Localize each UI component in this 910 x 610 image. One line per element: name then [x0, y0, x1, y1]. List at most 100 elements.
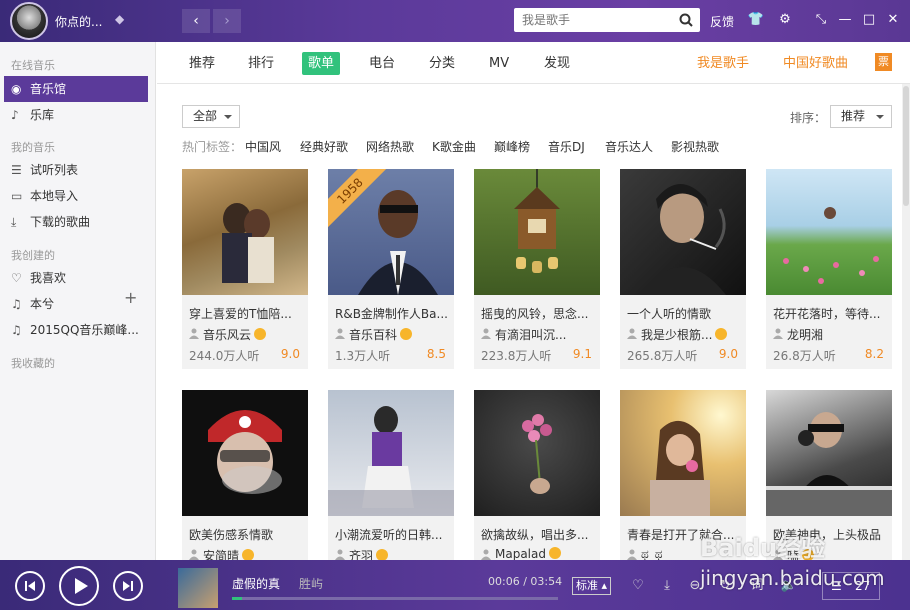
playlist-author[interactable]: Mapalad — [481, 547, 597, 561]
playlist-title[interactable]: 欲擒故纵，唱出多... — [481, 526, 593, 543]
playlist-card[interactable]: 一个人听的情歌 我是少根筋... 265.8万人听 9.0 — [620, 169, 746, 369]
rating-score: 9.0 — [280, 347, 300, 361]
maximize-icon[interactable]: □ — [860, 11, 878, 29]
author-name: Mapalad — [495, 547, 546, 561]
sidebar-item-favorites[interactable]: ♡ 我喜欢 — [4, 265, 148, 291]
scrollbar-thumb[interactable] — [903, 86, 909, 206]
playlist-title[interactable]: 花开花落时，等待... — [773, 305, 885, 322]
download-icon[interactable]: ⤓ — [658, 577, 676, 595]
tab-discover[interactable]: 发现 — [544, 52, 570, 75]
playlist-cover[interactable] — [474, 390, 600, 516]
ticket-button[interactable]: 票 — [875, 53, 892, 71]
tab-category[interactable]: 分类 — [429, 52, 455, 75]
hot-tag[interactable]: 音乐DJ — [548, 138, 585, 155]
promo-good-songs-link[interactable]: 中国好歌曲 — [783, 52, 848, 75]
sort-dropdown[interactable]: 推荐 — [830, 105, 892, 128]
playlist-author[interactable]: 我是少根筋... — [627, 326, 743, 343]
playlist-title[interactable]: 小潮流爱听的日韩... — [335, 526, 447, 543]
content-scrollbar[interactable] — [902, 84, 910, 560]
sidebar-item-label: 本地导入 — [30, 189, 79, 203]
playlist-cover[interactable] — [182, 169, 308, 295]
playlist-cover[interactable] — [766, 169, 892, 295]
track-artist[interactable]: 胜屿 — [299, 575, 323, 592]
tab-mv[interactable]: MV — [489, 52, 509, 75]
hot-tag[interactable]: 网络热歌 — [366, 138, 414, 155]
progress-bar[interactable] — [232, 597, 558, 600]
sidebar-item-label: 音乐馆 — [30, 82, 67, 96]
hot-tag[interactable]: 经典好歌 — [300, 138, 348, 155]
playlist-title[interactable]: 穿上喜爱的T恤陪... — [189, 305, 301, 322]
sort-dropdown-value: 推荐 — [841, 109, 866, 123]
sidebar-item-trial-list[interactable]: ☰ 试听列表 — [4, 157, 148, 183]
play-icon — [75, 578, 88, 594]
username[interactable]: 你点的... — [55, 13, 102, 30]
like-heart-icon[interactable]: ♡ — [629, 577, 647, 595]
playlist-cover[interactable] — [328, 390, 454, 516]
hot-tag[interactable]: K歌金曲 — [432, 138, 476, 155]
next-track-button[interactable] — [113, 571, 143, 601]
track-title[interactable]: 虚假的真 — [232, 575, 280, 592]
playlist-author[interactable]: 龙明湘 — [773, 326, 889, 343]
rating-score: 8.5 — [426, 347, 446, 361]
playlist-card[interactable]: 1958 R&B金牌制作人Ba... 音乐百科 1.3万人听 8.5 — [328, 169, 454, 369]
play-button[interactable] — [59, 566, 99, 606]
playlist-author[interactable]: 有滴泪叫沉... — [481, 326, 597, 343]
play-count: 244.0万人听 — [189, 349, 260, 363]
playlist-cover[interactable] — [620, 390, 746, 516]
playlist-title[interactable]: 一个人听的情歌 — [627, 305, 739, 322]
playlist-cover[interactable] — [620, 169, 746, 295]
person-icon — [773, 328, 783, 339]
sidebar-item-library[interactable]: ♪ 乐库 — [4, 102, 148, 128]
list-icon: ☰ — [11, 163, 22, 177]
playlist-author[interactable]: 音乐风云 — [189, 326, 305, 343]
feedback-link[interactable]: 反馈 — [710, 13, 734, 30]
promo-singer-link[interactable]: 我是歌手 — [697, 52, 749, 75]
settings-gear-icon[interactable]: ⚙ — [776, 11, 794, 29]
playlist-cover[interactable] — [766, 390, 892, 516]
sidebar-item-label: 乐库 — [30, 108, 55, 122]
search-input[interactable] — [514, 8, 674, 32]
playlist-card[interactable]: 花开花落时，等待... 龙明湘 26.8万人听 8.2 — [766, 169, 892, 369]
playlist-title[interactable]: 摇曳的风铃，思念... — [481, 305, 593, 322]
playlist-cover[interactable]: 1958 — [328, 169, 454, 295]
sidebar-item-downloads[interactable]: ⤓ 下载的歌曲 — [4, 209, 148, 235]
hot-tag[interactable]: 巅峰榜 — [494, 138, 530, 155]
playlist-card[interactable]: 穿上喜爱的T恤陪... 音乐风云 244.0万人听 9.0 — [182, 169, 308, 369]
playlist-title[interactable]: 欧美伤感系情歌 — [189, 526, 301, 543]
search-icon[interactable] — [678, 12, 694, 28]
close-icon[interactable]: ✕ — [884, 11, 902, 29]
previous-track-button[interactable] — [15, 571, 45, 601]
tab-ranking[interactable]: 排行 — [248, 52, 274, 75]
hot-tags-label: 热门标签： — [182, 140, 243, 154]
quality-selector[interactable]: 标准 ▴ — [572, 577, 612, 595]
tab-playlists[interactable]: 歌单 — [302, 52, 341, 75]
author-name: 龙明湘 — [787, 328, 824, 342]
back-button[interactable]: ‹ — [182, 9, 210, 33]
vip-diamond-icon[interactable]: ◆ — [115, 12, 129, 26]
playlist-author[interactable]: 音乐百科 — [335, 326, 451, 343]
mini-mode-icon[interactable]: ⤡ — [812, 11, 830, 29]
category-dropdown[interactable]: 全部 — [182, 105, 240, 128]
forward-button[interactable]: › — [213, 9, 241, 33]
hot-tag[interactable]: 影视热歌 — [671, 138, 719, 155]
playlist-card[interactable]: 摇曳的风铃，思念... 有滴泪叫沉... 223.8万人听 9.1 — [474, 169, 600, 369]
user-avatar[interactable] — [10, 2, 48, 40]
hot-tag[interactable]: 音乐达人 — [605, 138, 653, 155]
playlist-cover[interactable] — [474, 169, 600, 295]
tab-radio[interactable]: 电台 — [369, 52, 395, 75]
sidebar-section-created: 我创建的 — [11, 249, 55, 262]
sidebar-item-music-hall[interactable]: ◉ 音乐馆 — [4, 76, 148, 102]
hot-tag[interactable]: 中国风 — [245, 138, 281, 155]
playlist-cover[interactable] — [182, 390, 308, 516]
sidebar-item-playlist-1[interactable]: ♫ 本兮 — [4, 291, 148, 317]
sidebar-item-local-import[interactable]: ▭ 本地导入 — [4, 183, 148, 209]
skin-shirt-icon[interactable]: 👕 — [747, 11, 765, 29]
minimize-icon[interactable]: — — [836, 11, 854, 29]
album-art[interactable] — [178, 568, 218, 608]
sidebar-item-label: 下载的歌曲 — [30, 215, 91, 229]
sort-label: 排序： — [790, 111, 827, 125]
tab-recommend[interactable]: 推荐 — [189, 52, 215, 75]
person-icon — [189, 549, 199, 560]
playlist-title[interactable]: R&B金牌制作人Ba... — [335, 305, 447, 322]
sidebar-item-playlist-2[interactable]: ♫ 2015QQ音乐巅峰... — [4, 317, 148, 343]
